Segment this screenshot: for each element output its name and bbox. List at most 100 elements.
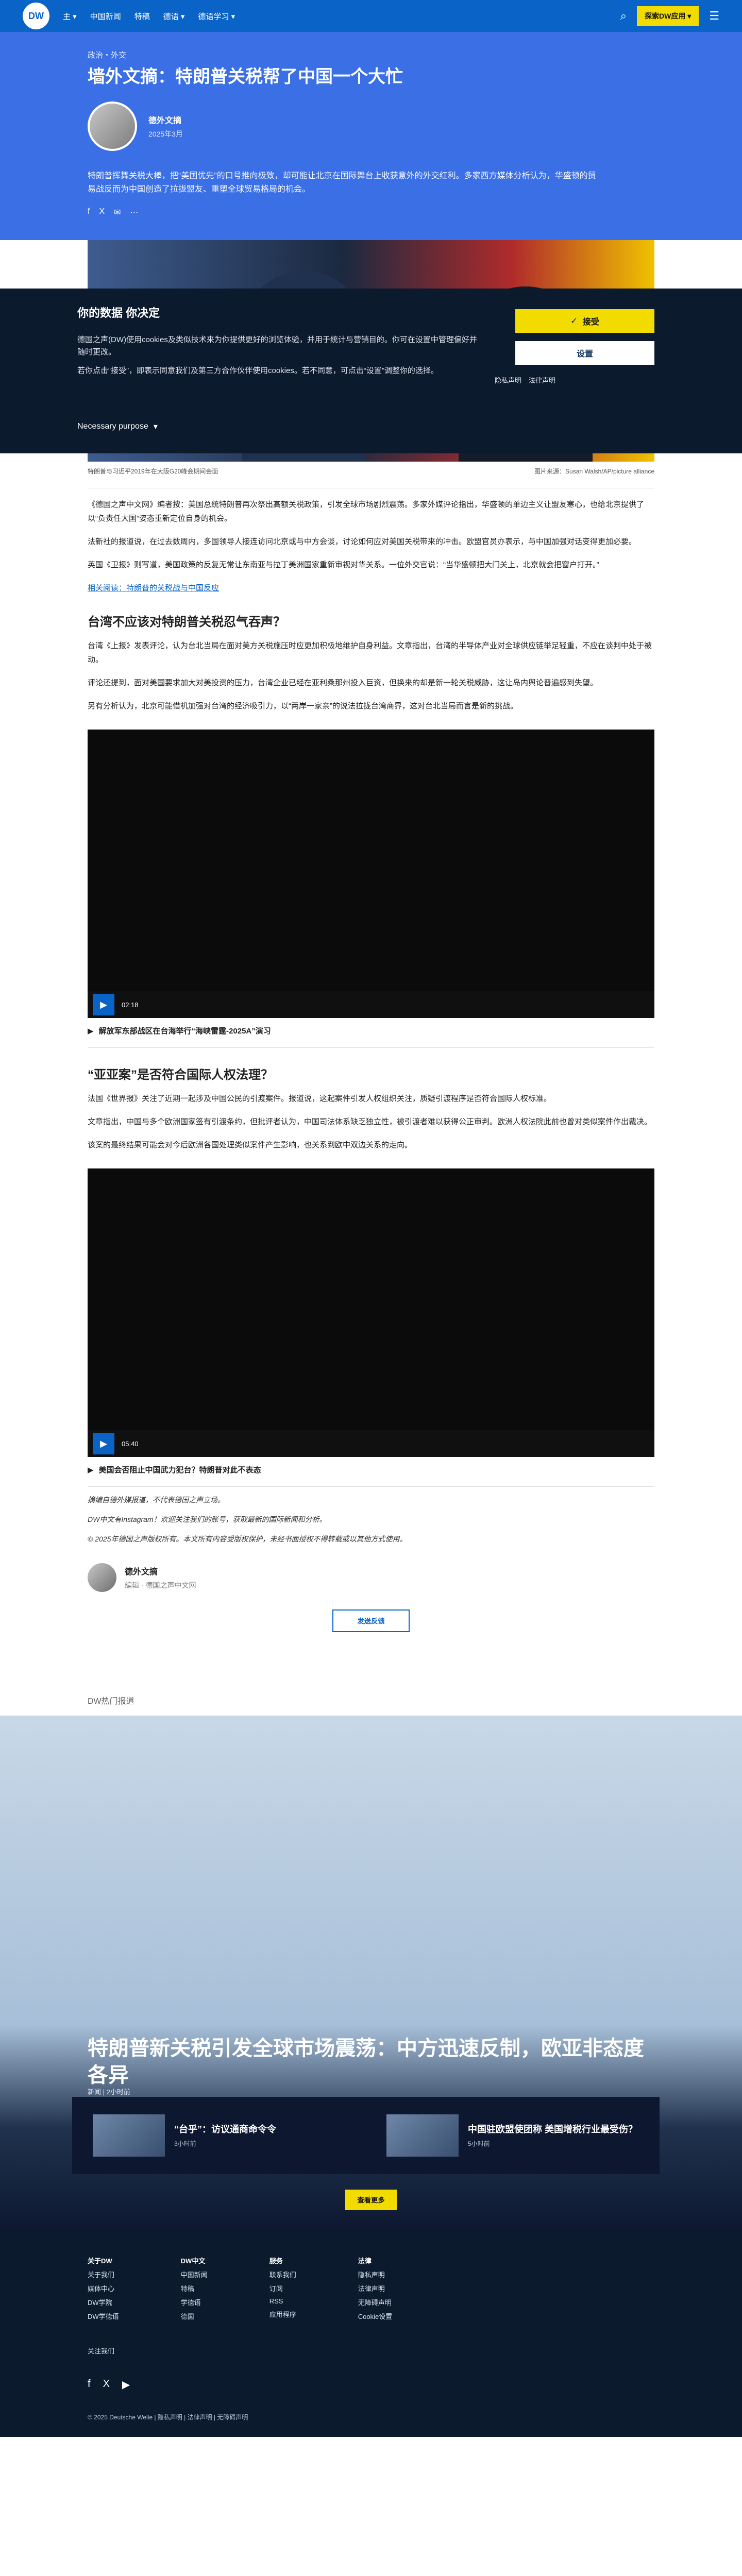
dw-logo[interactable]: DW	[23, 3, 49, 29]
photo-caption: 特朗普与习近平2019年在大阪G20峰会期间会面	[88, 468, 218, 476]
site-header: DW 主 ▾ 中国新闻 特稿 德语 ▾ 德语学习 ▾ ⌕ 探索DW应用 ▾ ☰	[0, 0, 742, 32]
footer-link[interactable]: 媒体中心	[88, 2283, 119, 2293]
video-controls: ▶ 02:18	[88, 991, 654, 1019]
teaser-card[interactable]: 中国驻欧盟使团称 美国增税行业最受伤？ 5小时前	[386, 2114, 639, 2157]
mail-icon[interactable]: ✉	[114, 207, 121, 217]
card-time: 5小时前	[468, 2140, 490, 2147]
chevron-down-icon: ▾	[153, 422, 158, 431]
main-nav: 主 ▾ 中国新闻 特稿 德语 ▾ 德语学习 ▾	[63, 11, 235, 22]
follow-label: 关注我们	[88, 2347, 115, 2355]
nav-item-home[interactable]: 主 ▾	[63, 11, 77, 22]
play-small-icon: ▶	[88, 1026, 94, 1036]
author-name[interactable]: 德外文摘	[125, 1565, 196, 1577]
consent-text-2: 若你点击“接受”，即表示同意我们及第三方合作伙伴使用cookies。若不同意，可…	[77, 366, 439, 375]
paragraph: 《德国之声中文网》编者按：美国总统特朗普再次祭出高额关税政策，引发全球市场剧烈震…	[88, 500, 645, 523]
author-subtitle: 编辑 · 德国之声中文网	[125, 1581, 196, 1589]
footer-link[interactable]: 关于我们	[88, 2269, 119, 2279]
card-thumbnail	[386, 2114, 459, 2157]
footer-link[interactable]: 中国新闻	[181, 2269, 208, 2279]
menu-icon[interactable]: ☰	[709, 9, 719, 23]
feedback-button[interactable]: 发送反馈	[332, 1609, 410, 1632]
featured-teaser[interactable]: 特朗普新关税引发全球市场震荡：中方迅速反制，欧亚非态度各异 新闻 | 2小时前 …	[0, 1715, 742, 2231]
footer-heading: 关于DW	[88, 2257, 112, 2265]
teaser-cards: “台乎”：访议通商命令令 3小时前 中国驻欧盟使团称 美国增税行业最受伤？ 5小…	[72, 2096, 660, 2174]
paragraph: 该案的最终结果可能会对今后欧洲各国处理类似案件产生影响，也关系到欧中双边关系的走…	[88, 1141, 413, 1150]
video-time: 02:18	[122, 1001, 139, 1009]
author-row: 德外文摘 2025年3月	[88, 101, 654, 151]
card-thumbnail	[93, 2114, 165, 2157]
legal-link[interactable]: 法律声明	[529, 375, 555, 385]
share-row: f X ✉ ⋯	[88, 207, 654, 217]
paragraph: 法国《世界报》关注了近期一起涉及中国公民的引渡案件。报道说，这起案件引发人权组织…	[88, 1094, 552, 1104]
header-actions: ⌕ 探索DW应用 ▾ ☰	[620, 6, 719, 26]
facebook-icon[interactable]: f	[88, 207, 90, 217]
card-time: 3小时前	[174, 2140, 196, 2147]
footer-col-chinese: DW中文 中国新闻 特稿 学德语 德国	[181, 2251, 208, 2325]
cookie-consent-banner: 你的数据 你决定 德国之声(DW)使用cookies及类似技术来为你提供更好的浏…	[0, 289, 742, 453]
necessary-label: Necessary purpose	[77, 422, 148, 431]
footer-link[interactable]: 德国	[181, 2311, 208, 2321]
copyright: © 2025 Deutsche Welle | 隐私声明 | 法律声明 | 无障…	[88, 2413, 248, 2421]
footer-link[interactable]: 联系我们	[269, 2269, 296, 2279]
search-icon[interactable]: ⌕	[620, 9, 627, 23]
x-icon[interactable]: X	[103, 2378, 110, 2391]
footer-link[interactable]: 法律声明	[358, 2283, 392, 2293]
footer-link[interactable]: 特稿	[181, 2283, 208, 2293]
related-link[interactable]: 相关阅读：特朗普的关税战与中国反应	[88, 584, 219, 592]
footer-link[interactable]: 无障碍声明	[358, 2297, 392, 2307]
footer-heading: DW中文	[180, 2257, 206, 2265]
section-heading: 台湾不应该对特朗普关税忍气吞声？	[88, 615, 285, 630]
nav-item-features[interactable]: 特稿	[134, 11, 150, 22]
video-player-1[interactable]: ▶ 02:18	[88, 730, 654, 1019]
facebook-icon[interactable]: f	[88, 2378, 91, 2391]
paragraph: 台湾《上报》发表评论，认为台北当局在面对美方关税施压时应更加积极地维护自身利益。…	[88, 641, 652, 665]
author-name[interactable]: 德外文摘	[148, 113, 183, 126]
teaser-title[interactable]: 特朗普新关税引发全球市场震荡：中方迅速反制，欧亚非态度各异	[88, 2035, 654, 2089]
nav-item-china[interactable]: 中国新闻	[90, 11, 121, 22]
more-button[interactable]: 查看更多	[345, 2189, 397, 2210]
copyright-note: © 2025年德国之声版权所有。本文所有内容受版权保护，未经书面授权不得转载或以…	[88, 1534, 407, 1543]
card-title: 中国驻欧盟使团称 美国增税行业最受伤？	[468, 2124, 637, 2134]
social-links: f X ▶	[88, 2378, 654, 2391]
card-title: “台乎”：访议通商命令令	[174, 2124, 276, 2134]
footer-link[interactable]: 订阅	[269, 2283, 296, 2293]
footer-link[interactable]: 应用程序	[269, 2309, 296, 2319]
play-icon[interactable]: ▶	[93, 1433, 114, 1455]
teaser-card[interactable]: “台乎”：访议通商命令令 3小时前	[93, 2114, 345, 2157]
footer-col-services: 服务 联系我们 订阅 RSS 应用程序	[269, 2251, 296, 2325]
teaser-meta: 新闻 | 2小时前	[88, 2088, 130, 2096]
footer-link[interactable]: Cookie设置	[358, 2311, 392, 2321]
site-footer: 关于DW 关于我们 媒体中心 DW学院 DW学德语 DW中文 中国新闻 特稿 学…	[0, 2230, 742, 2437]
necessary-purpose-toggle[interactable]: Necessary purpose ▾	[77, 421, 158, 432]
footer-link[interactable]: DW学院	[88, 2297, 119, 2307]
avatar	[88, 101, 137, 151]
footer-link[interactable]: 学德语	[181, 2297, 208, 2307]
privacy-link[interactable]: 隐私声明	[495, 375, 521, 385]
app-button[interactable]: 探索DW应用 ▾	[637, 6, 699, 26]
footer-columns: 关于DW 关于我们 媒体中心 DW学院 DW学德语 DW中文 中国新闻 特稿 学…	[88, 2251, 654, 2325]
disclaimer-note: 摘编自德外媒报道，不代表德国之声立场。	[88, 1496, 225, 1504]
accept-label: 接受	[582, 318, 599, 327]
video-caption-text: 美国会否阻止中国武力犯台？特朗普对此不表态	[98, 1466, 261, 1475]
footer-link[interactable]: 隐私声明	[358, 2269, 392, 2279]
footer-link[interactable]: RSS	[269, 2297, 296, 2305]
x-icon[interactable]: X	[99, 207, 105, 217]
publish-date: 2025年3月	[148, 130, 183, 139]
more-icon[interactable]: ⋯	[130, 207, 139, 217]
footer-heading: 法律	[358, 2257, 372, 2265]
nav-item-learn-german[interactable]: 德语学习 ▾	[198, 11, 235, 22]
paragraph: 文章指出，中国与多个欧洲国家签有引渡条约，但批评者认为，中国司法体系缺乏独立性，…	[88, 1117, 652, 1127]
accept-button[interactable]: ✓ 接受	[515, 309, 654, 333]
consent-text-1: 德国之声(DW)使用cookies及类似技术来为你提供更好的浏览体验，并用于统计…	[77, 335, 477, 357]
video-player-2[interactable]: ▶ 05:40	[88, 1168, 654, 1458]
play-icon[interactable]: ▶	[93, 994, 114, 1016]
article-hero: 政治・外交 墙外文摘：特朗普关税帮了中国一个大忙 德外文摘 2025年3月 特朗…	[0, 32, 742, 241]
author-card: 德外文摘 编辑 · 德国之声中文网	[88, 1563, 654, 1592]
footer-link[interactable]: DW学德语	[88, 2311, 119, 2321]
lead-text: 特朗普挥舞关税大棒，把“美国优先”的口号推向极致，却可能让北京在国际舞台上收获意…	[88, 172, 596, 194]
video-caption: ▶ 美国会否阻止中国武力犯台？特朗普对此不表态	[88, 1457, 654, 1487]
nav-item-germany[interactable]: 德语 ▾	[163, 11, 185, 22]
settings-button[interactable]: 设置	[515, 341, 654, 365]
section-heading: “亚亚案”是否符合国际人权法理？	[88, 1068, 273, 1082]
youtube-icon[interactable]: ▶	[122, 2378, 130, 2391]
